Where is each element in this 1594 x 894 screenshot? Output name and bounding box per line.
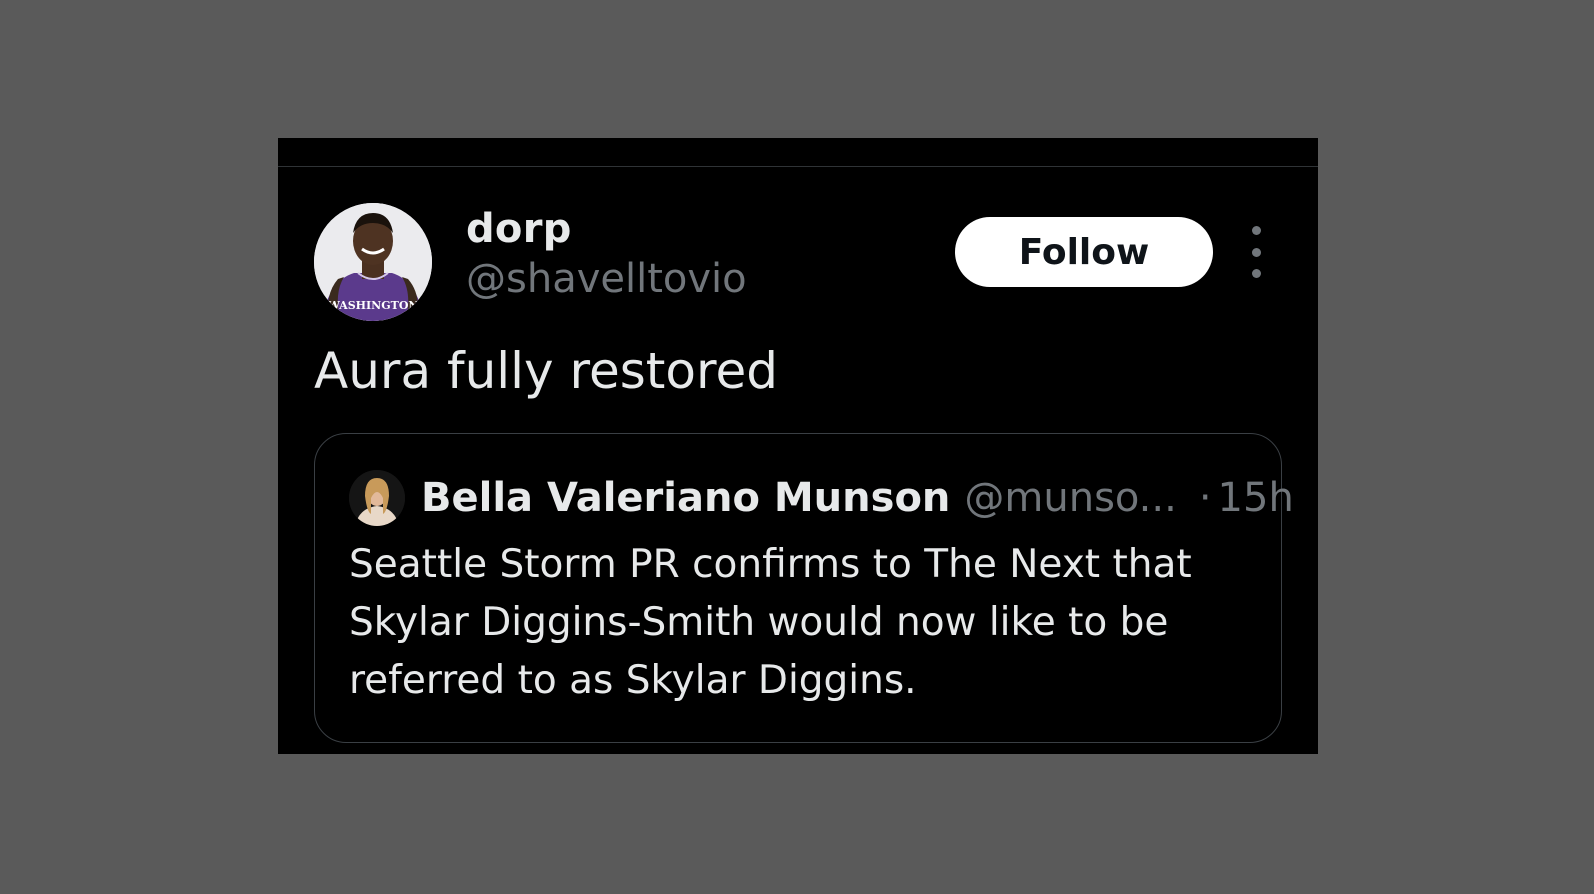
more-vertical-icon — [1251, 226, 1261, 278]
more-options-button[interactable] — [1244, 226, 1268, 278]
quote-timestamp[interactable]: 15h — [1218, 475, 1294, 521]
player-avatar-icon: WASHINGTON — [314, 203, 432, 321]
jersey-lettering: WASHINGTON — [327, 299, 419, 312]
quote-author-handle[interactable]: @munso... — [964, 475, 1176, 521]
author-avatar[interactable]: WASHINGTON — [314, 203, 432, 321]
follow-button[interactable]: Follow — [955, 217, 1213, 287]
divider — [278, 166, 1318, 167]
separator-dot: · — [1198, 475, 1212, 521]
quoted-tweet[interactable]: Bella Valeriano Munson @munso... · 15h S… — [314, 433, 1294, 743]
author-display-name[interactable]: dorp — [466, 206, 572, 252]
quote-text: Seattle Storm PR confirms to The Next th… — [349, 542, 1192, 703]
quote-author-avatar[interactable] — [349, 470, 405, 526]
user-avatar-icon — [349, 470, 405, 526]
quote-header: Bella Valeriano Munson @munso... · 15h — [349, 470, 1294, 526]
author-handle[interactable]: @shavelltovio — [466, 256, 747, 302]
quote-author-name[interactable]: Bella Valeriano Munson — [421, 475, 950, 521]
tweet-text: Aura fully restored — [314, 342, 778, 400]
tweet-card: WASHINGTON dorp @shavelltovio Follow Aur… — [278, 138, 1318, 754]
